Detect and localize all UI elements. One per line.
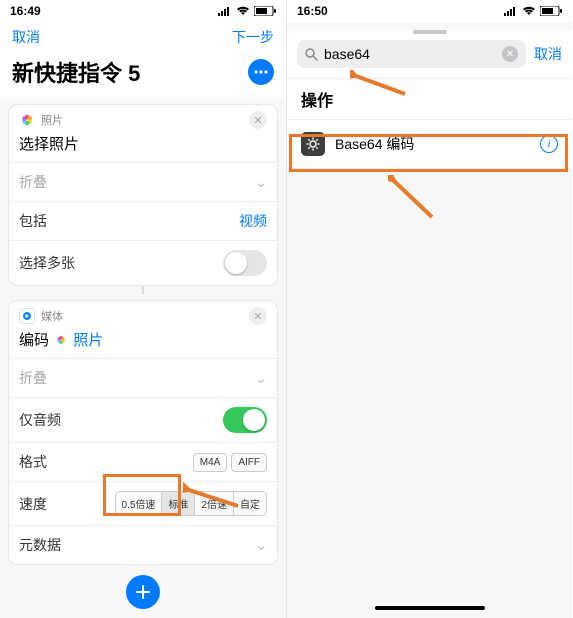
format-pills: M4A AIFF — [193, 453, 267, 472]
cancel-button[interactable]: 取消 — [534, 44, 562, 64]
collapse-label: 折叠 — [19, 368, 47, 388]
audio-only-toggle[interactable] — [223, 407, 267, 433]
status-time: 16:50 — [297, 4, 328, 18]
info-button[interactable]: i — [540, 135, 558, 153]
title-token: 照片 — [73, 332, 103, 349]
wifi-icon — [236, 6, 250, 16]
speed-option[interactable]: 自定 — [233, 492, 266, 515]
add-action-button[interactable] — [126, 575, 160, 609]
include-label: 包括 — [19, 211, 47, 231]
status-bar: 16:49 — [0, 0, 286, 22]
next-button[interactable]: 下一步 — [232, 27, 274, 47]
cancel-button[interactable]: 取消 — [12, 27, 40, 47]
home-indicator — [375, 606, 485, 610]
media-app-icon — [19, 308, 35, 324]
include-row[interactable]: 包括 视频 — [9, 201, 277, 240]
remove-action-button[interactable]: ✕ — [249, 111, 267, 129]
collapse-row[interactable]: 折叠 ⌄ — [9, 162, 277, 201]
chevron-down-icon: ⌄ — [255, 537, 267, 554]
status-icons — [218, 6, 276, 16]
section-header: 操作 — [287, 78, 572, 120]
status-time: 16:49 — [10, 4, 41, 18]
chevron-down-icon: ⌄ — [255, 174, 267, 191]
plus-icon — [135, 584, 151, 600]
left-pane: 16:49 取消 下一步 新快捷指令 5 — [0, 0, 286, 618]
select-multiple-label: 选择多张 — [19, 253, 75, 273]
metadata-row[interactable]: 元数据 ⌄ — [9, 525, 277, 564]
photos-app-icon — [19, 112, 35, 128]
select-multiple-toggle[interactable] — [223, 250, 267, 276]
sheet-grabber[interactable] — [413, 30, 447, 34]
format-label: 格式 — [19, 452, 47, 472]
chevron-down-icon: ⌄ — [255, 370, 267, 387]
speed-option[interactable]: 0.5倍速 — [116, 492, 162, 515]
photos-token-icon — [55, 333, 67, 350]
cellular-icon — [504, 6, 518, 16]
collapse-row[interactable]: 折叠 ⌄ — [9, 358, 277, 397]
audio-only-label: 仅音频 — [19, 410, 61, 430]
nav-bar: 取消 下一步 — [0, 22, 286, 52]
remove-action-button[interactable]: ✕ — [249, 307, 267, 325]
ellipsis-icon — [254, 70, 268, 74]
action-card-photos: 照片 ✕ 选择照片 折叠 ⌄ 包括 视频 选择多张 — [8, 104, 278, 286]
app-label: 媒体 — [41, 308, 249, 324]
cellular-icon — [218, 6, 232, 16]
speed-label: 速度 — [19, 494, 47, 514]
search-icon — [305, 48, 318, 61]
action-connector — [142, 286, 144, 294]
speed-row[interactable]: 速度 0.5倍速 标准 2倍速 自定 — [9, 481, 277, 525]
search-input[interactable]: base64 ✕ — [297, 40, 526, 68]
action-card-media: 媒体 ✕ 编码 照片 折叠 ⌄ 仅音频 — [8, 300, 278, 565]
result-label: Base64 编码 — [335, 134, 414, 154]
result-item-base64[interactable]: Base64 编码 i — [287, 120, 572, 169]
more-button[interactable] — [248, 59, 274, 85]
battery-icon — [540, 6, 562, 16]
app-label: 照片 — [41, 112, 249, 128]
status-bar: 16:50 — [287, 0, 572, 22]
format-option[interactable]: AIFF — [231, 453, 267, 472]
speed-option[interactable]: 标准 — [161, 492, 194, 515]
search-value: base64 — [324, 46, 370, 62]
speed-option[interactable]: 2倍速 — [194, 492, 233, 515]
audio-only-row: 仅音频 — [9, 397, 277, 442]
collapse-label: 折叠 — [19, 172, 47, 192]
gear-icon — [301, 132, 325, 156]
format-row[interactable]: 格式 M4A AIFF — [9, 442, 277, 481]
battery-icon — [254, 6, 276, 16]
include-value: 视频 — [239, 211, 267, 231]
wifi-icon — [522, 6, 536, 16]
title-row: 新快捷指令 5 — [0, 52, 286, 98]
action-title[interactable]: 编码 照片 — [9, 327, 277, 358]
clear-search-button[interactable]: ✕ — [502, 46, 518, 62]
metadata-label: 元数据 — [19, 535, 61, 555]
status-icons — [504, 6, 562, 16]
title-prefix: 编码 — [19, 332, 49, 349]
speed-segmented[interactable]: 0.5倍速 标准 2倍速 自定 — [115, 491, 267, 516]
right-pane: 16:50 base64 ✕ 取消 操作 Base64 — [286, 0, 572, 618]
format-option[interactable]: M4A — [193, 453, 228, 472]
select-multiple-row: 选择多张 — [9, 240, 277, 285]
page-title: 新快捷指令 5 — [12, 56, 140, 88]
action-title[interactable]: 选择照片 — [9, 131, 277, 162]
